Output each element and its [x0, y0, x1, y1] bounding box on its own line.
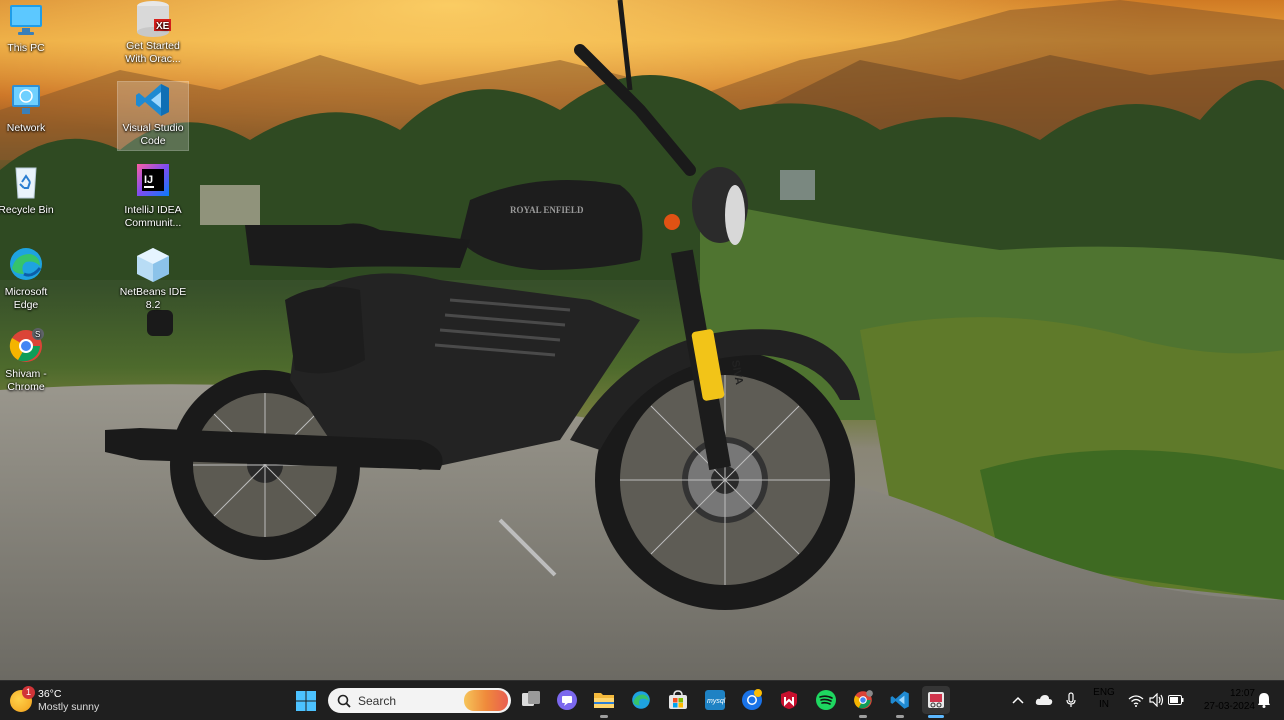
vscode-icon	[133, 82, 173, 118]
this-pc-icon	[6, 2, 46, 38]
weather-widget[interactable]: 1 36°C Mostly sunny	[10, 686, 99, 716]
desktop-icon-label: IntelliJ IDEA Communit...	[124, 204, 182, 229]
vscode-taskbar-button[interactable]	[886, 686, 914, 718]
store-button[interactable]	[664, 686, 692, 714]
tank-brand-text: ROYAL ENFIELD	[510, 205, 584, 215]
desktop-icon-netbeans[interactable]: NetBeans IDE 8.2	[118, 246, 188, 312]
svg-text:XE: XE	[156, 21, 170, 32]
chrome-beta-button[interactable]	[738, 686, 766, 714]
search-highlight-icon	[464, 690, 508, 711]
desktop-icon-this-pc[interactable]: This PC	[0, 2, 61, 55]
svg-text:mysql: mysql	[707, 698, 726, 705]
vscode-icon	[890, 691, 909, 709]
chrome-profile-icon: S	[6, 328, 46, 364]
spotify-icon	[816, 690, 836, 710]
chrome-icon	[854, 690, 873, 709]
network-icon	[6, 82, 46, 118]
show-hidden-icons-button[interactable]	[1004, 686, 1032, 714]
desktop-icon-label: This PC	[7, 42, 45, 54]
desktop-icon-label: Microsoft Edge	[4, 286, 48, 311]
search-placeholder: Search	[358, 693, 397, 708]
battery-icon	[1168, 695, 1184, 705]
wifi-icon	[1128, 694, 1144, 707]
intellij-icon: IJ	[133, 164, 173, 200]
snipping-tool-icon	[928, 692, 944, 708]
bell-icon	[1258, 693, 1270, 708]
battery-button[interactable]	[1162, 686, 1190, 714]
oracle-db-icon: XE	[133, 0, 173, 37]
desktop-icon-intellij[interactable]: IJ IntelliJ IDEA Communit...	[118, 164, 188, 230]
desktop-icon-label: Shivam - Chrome	[5, 368, 47, 393]
clock-time: 12:07	[1229, 688, 1255, 699]
svg-text:S: S	[35, 330, 40, 339]
teams-chat-icon	[557, 690, 577, 710]
mcafee-icon	[781, 691, 797, 709]
chevron-up-icon	[1012, 696, 1024, 704]
language-region: IN	[1099, 699, 1109, 710]
taskbar-search-box[interactable]: Search	[328, 688, 511, 713]
svg-text:IJ: IJ	[144, 174, 153, 186]
language-code: ENG	[1093, 687, 1115, 698]
desktop-icon-recycle-bin[interactable]: Recycle Bin	[0, 164, 61, 217]
chrome-beta-icon	[742, 689, 762, 710]
edge-icon	[632, 691, 650, 709]
desktop-icon-chrome-profile[interactable]: S Shivam - Chrome	[0, 328, 61, 394]
chrome-button[interactable]	[849, 686, 877, 718]
desktop-icon-network[interactable]: Network	[0, 82, 61, 135]
spotify-button[interactable]	[812, 686, 840, 714]
desktop-icon-label: Get Started With Orac...	[125, 40, 181, 65]
system-clock[interactable]: 12:07 27-03-2024	[1193, 687, 1255, 713]
desktop-icon-label: Visual Studio Code	[122, 122, 184, 147]
input-language-indicator[interactable]: ENG IN	[1090, 687, 1118, 711]
recycle-bin-icon	[6, 164, 46, 200]
mysql-workbench-button[interactable]: mysql	[701, 686, 729, 714]
start-icon	[296, 691, 316, 711]
desktop-icon-oracle[interactable]: XE Get Started With Orac...	[118, 0, 188, 66]
desktop-icon-label: NetBeans IDE 8.2	[119, 286, 187, 311]
desktop-icon-label: Recycle Bin	[0, 204, 54, 216]
file-explorer-button[interactable]	[590, 686, 618, 718]
onedrive-button[interactable]	[1030, 686, 1058, 714]
edge-icon	[6, 246, 46, 282]
task-view-icon	[522, 691, 540, 706]
weather-sun-icon: 1	[10, 686, 35, 712]
store-icon	[669, 690, 687, 709]
desktop-icon-edge[interactable]: Microsoft Edge	[0, 246, 61, 312]
desktop-icon-label: Network	[6, 122, 46, 134]
desktop-wallpaper: SIVA ROYAL ENFIELD	[0, 0, 1284, 680]
edge-taskbar-button[interactable]	[627, 686, 655, 714]
weather-temp: 36°C	[38, 688, 62, 700]
netbeans-icon	[133, 246, 173, 282]
notifications-button[interactable]	[1250, 686, 1278, 714]
search-icon	[337, 694, 351, 708]
snipping-tool-button[interactable]	[922, 686, 950, 718]
clock-date: 27-03-2024	[1203, 701, 1255, 712]
file-explorer-icon	[594, 693, 614, 708]
mcafee-button[interactable]	[775, 686, 803, 714]
cloud-icon	[1035, 695, 1053, 705]
teams-chat-button[interactable]	[553, 686, 581, 714]
desktop-icon-vscode[interactable]: Visual Studio Code	[117, 81, 189, 151]
wallpaper-art: SIVA ROYAL ENFIELD	[0, 0, 1284, 680]
microphone-icon	[1066, 692, 1076, 707]
start-button[interactable]	[292, 687, 320, 715]
weather-condition: Mostly sunny	[38, 701, 100, 713]
task-view-button[interactable]	[517, 686, 545, 714]
microphone-button[interactable]	[1057, 686, 1085, 714]
weather-badge: 1	[22, 686, 35, 699]
mysql-workbench-icon: mysql	[705, 690, 726, 710]
